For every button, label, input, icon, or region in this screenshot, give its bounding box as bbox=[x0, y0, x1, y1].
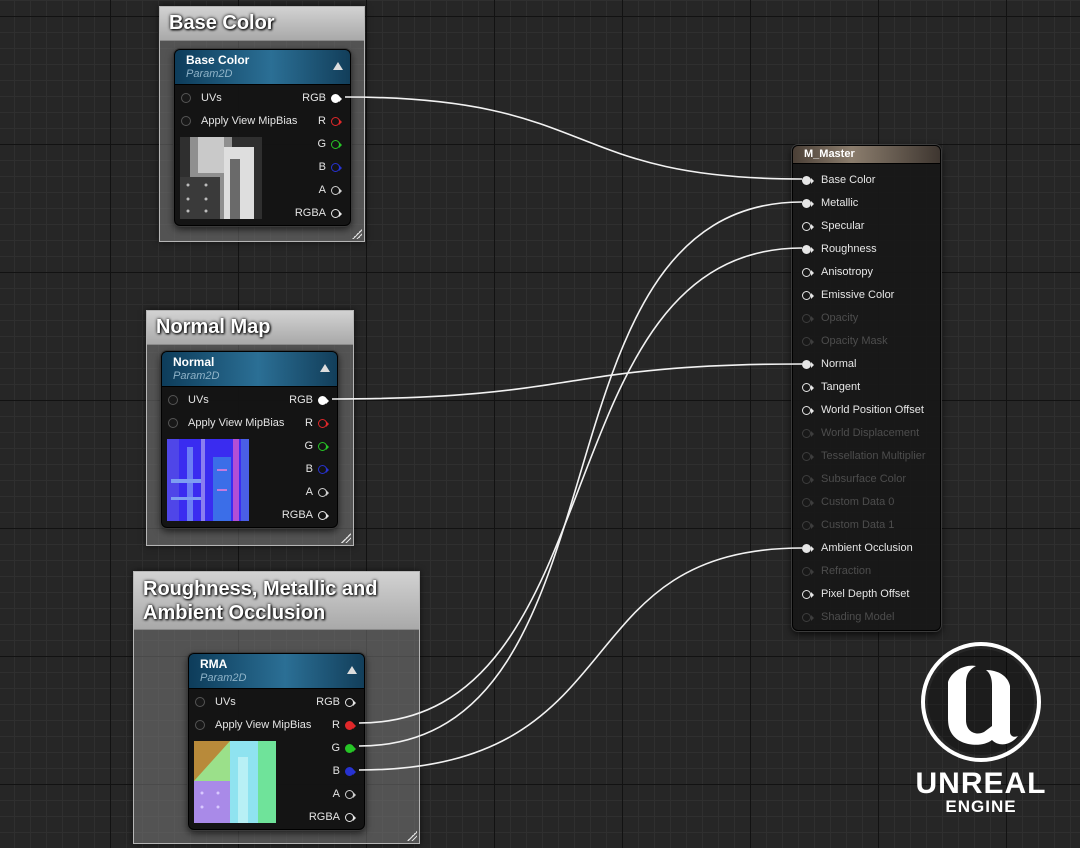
unreal-engine-logo: UNREAL ENGINE bbox=[896, 640, 1066, 820]
wire-metallic[interactable] bbox=[358, 201, 803, 747]
logo-word-unreal: UNREAL bbox=[915, 767, 1047, 800]
wire-normal[interactable] bbox=[331, 363, 803, 400]
wire-ambient-occlusion[interactable] bbox=[358, 547, 803, 771]
wire-basecolor[interactable] bbox=[344, 96, 803, 180]
unreal-u-emblem-icon bbox=[921, 642, 1041, 762]
wire-roughness[interactable] bbox=[358, 247, 803, 724]
logo-word-engine: ENGINE bbox=[945, 797, 1017, 816]
